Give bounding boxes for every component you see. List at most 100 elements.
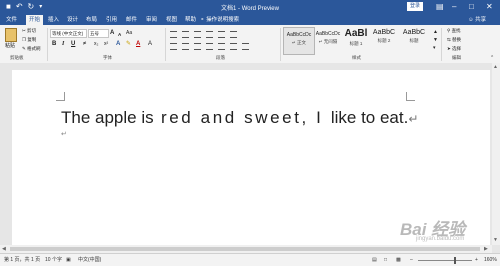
format-painter-button[interactable]: ✎ 格式刷 <box>22 46 41 52</box>
tab-references[interactable]: 引用 <box>106 16 117 24</box>
align-right-icon[interactable] <box>194 43 201 50</box>
scroll-down-icon[interactable]: ▼ <box>493 237 498 243</box>
justify-icon[interactable] <box>206 43 213 50</box>
tab-mailings[interactable]: 邮件 <box>126 16 137 24</box>
superscript-icon[interactable]: x² <box>104 41 108 48</box>
ruler <box>0 63 500 70</box>
strikethrough-icon[interactable]: ≠ <box>83 41 86 48</box>
minimize-icon[interactable]: – <box>452 1 456 12</box>
shading-icon[interactable] <box>230 43 237 50</box>
tell-me-search[interactable]: ⚬ 操作说明搜索 <box>200 16 239 24</box>
numbering-icon[interactable] <box>182 31 189 38</box>
document-text[interactable]: The apple is red and sweet, I like to ea… <box>61 108 418 128</box>
zoom-slider[interactable] <box>418 260 472 261</box>
login-button[interactable]: 登录 <box>407 2 423 11</box>
style-name: ↵ 正文 <box>291 40 307 45</box>
highlight-icon[interactable]: ✎ <box>126 41 131 48</box>
tab-home[interactable]: 开始 <box>26 15 44 25</box>
tab-layout[interactable]: 布局 <box>86 16 97 24</box>
paste-icon[interactable] <box>5 28 17 42</box>
zoom-level[interactable]: 160% <box>484 257 497 263</box>
subscript-icon[interactable]: x₂ <box>94 41 98 48</box>
tab-review[interactable]: 审阅 <box>146 16 157 24</box>
zoom-slider-thumb[interactable] <box>454 257 456 264</box>
font-group-label: 字体 <box>103 55 112 60</box>
scroll-right-icon[interactable]: ▶ <box>484 246 488 252</box>
paragraph-group-label: 段落 <box>216 55 225 60</box>
style-title[interactable]: AaBbC 标题 <box>399 27 429 53</box>
style-name: 标题 <box>409 38 419 43</box>
paste-button[interactable]: 粘贴 <box>5 42 15 49</box>
watermark-url: jingyan.baidu.com <box>416 236 465 242</box>
borders-icon[interactable] <box>242 43 249 50</box>
brush-icon: ✎ <box>22 46 26 51</box>
scroll-up-icon[interactable]: ▲ <box>493 64 498 70</box>
font-color-icon[interactable]: A <box>136 41 140 48</box>
cut-button[interactable]: ✂ 剪切 <box>22 28 36 34</box>
tab-design[interactable]: 设计 <box>67 16 78 24</box>
styles-more-icon[interactable]: ▾ <box>433 45 436 51</box>
increase-indent-icon[interactable] <box>218 31 225 38</box>
style-normal[interactable]: AaBbCcDc ↵ 正文 <box>283 27 315 55</box>
decrease-indent-icon[interactable] <box>206 31 213 38</box>
replace-icon: ⇆ <box>447 37 451 42</box>
font-name-select[interactable]: 等线 (中文正文) <box>50 29 87 38</box>
share-button[interactable]: ☺ 共享 <box>468 16 486 24</box>
replace-button[interactable]: ⇆ 替换 <box>447 37 461 43</box>
select-label: 选择 <box>452 46 462 51</box>
zoom-in-icon[interactable]: + <box>475 257 478 263</box>
maximize-icon[interactable]: □ <box>469 1 474 12</box>
text-run: like to eat. <box>330 108 409 127</box>
italic-button[interactable]: I <box>62 41 64 48</box>
tab-insert[interactable]: 插入 <box>48 16 59 24</box>
style-heading-1[interactable]: AaBl 标题 1 <box>341 27 371 53</box>
sort-icon[interactable] <box>230 31 237 38</box>
web-layout-icon[interactable]: ▩ <box>396 257 401 263</box>
ribbon-display-icon[interactable]: ▤ <box>436 1 444 12</box>
align-left-icon[interactable] <box>170 43 177 50</box>
change-case-button[interactable]: Aa <box>126 30 132 37</box>
text-effects-icon[interactable]: A <box>116 41 120 48</box>
read-mode-icon[interactable]: ▤ <box>372 257 377 263</box>
collapse-ribbon-icon[interactable]: ⌃ <box>490 55 494 61</box>
styles-scroll-up-icon[interactable]: ▲ <box>433 29 438 35</box>
language-status[interactable]: 中文(中国) <box>78 257 101 263</box>
char-shading-icon[interactable]: A <box>148 41 152 48</box>
lightbulb-icon: ⚬ <box>200 17 205 23</box>
tab-file[interactable]: 文件 <box>6 16 17 24</box>
find-label: 查找 <box>451 28 461 33</box>
scroll-left-icon[interactable]: ◀ <box>2 246 6 252</box>
margin-corner <box>56 92 65 101</box>
underline-button[interactable]: U <box>71 41 75 48</box>
font-size-select[interactable]: 五号 <box>88 29 109 38</box>
title-bar: ■ ↶ ↻ ▾ 文档1 - Word Preview 登录 ▤ – □ ✕ <box>0 0 500 14</box>
find-button[interactable]: ⚲ 查找 <box>447 28 461 34</box>
select-icon: ➤ <box>447 46 451 51</box>
close-icon[interactable]: ✕ <box>486 1 493 12</box>
shrink-font-button[interactable]: A <box>118 31 121 38</box>
vertical-scrollbar[interactable]: ▲ ▼ <box>492 63 500 245</box>
grow-font-button[interactable]: A <box>110 30 114 37</box>
group-divider <box>165 28 166 61</box>
print-layout-icon[interactable]: □ <box>384 257 387 263</box>
tab-help[interactable]: 帮助 <box>185 16 196 24</box>
styles-scroll-down-icon[interactable]: ▼ <box>433 37 438 43</box>
person-icon: ☺ <box>468 17 474 23</box>
align-center-icon[interactable] <box>182 43 189 50</box>
search-icon: ⚲ <box>447 28 451 33</box>
bold-button[interactable]: B <box>52 41 56 48</box>
copy-button[interactable]: ❐ 复制 <box>22 37 36 43</box>
style-heading-2[interactable]: AaBbC 标题 2 <box>369 27 399 53</box>
style-no-spacing[interactable]: AaBbCcDc ↵ 无间隔 <box>313 27 343 53</box>
bullets-icon[interactable] <box>170 31 177 38</box>
page-count[interactable]: 第 1 页，共 1 页 <box>4 257 40 263</box>
scroll-thumb[interactable] <box>10 247 480 251</box>
proofing-icon[interactable]: ▣ <box>66 257 71 263</box>
select-button[interactable]: ➤ 选择 <box>447 46 461 52</box>
word-count[interactable]: 10 个字 <box>45 257 62 263</box>
tab-view[interactable]: 视图 <box>166 16 177 24</box>
horizontal-scrollbar[interactable]: ◀ ▶ <box>0 245 492 253</box>
line-spacing-icon[interactable] <box>218 43 225 50</box>
multilevel-list-icon[interactable] <box>194 31 201 38</box>
zoom-out-icon[interactable]: – <box>410 257 413 263</box>
